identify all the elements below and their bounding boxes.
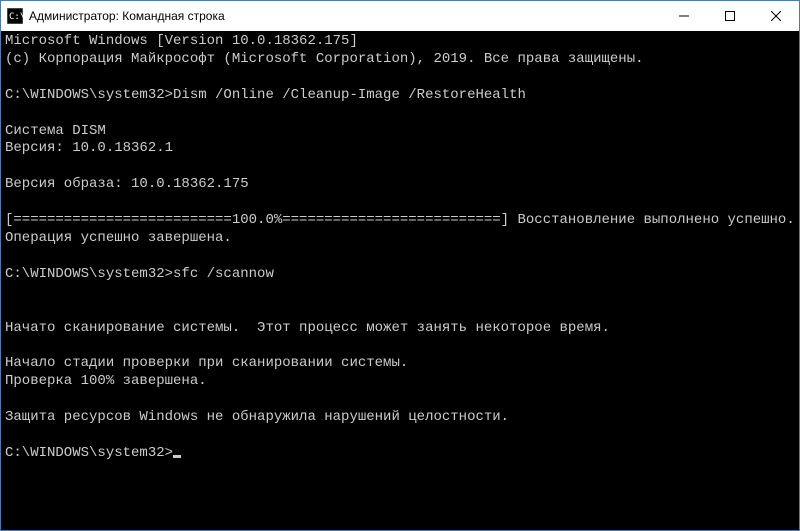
- terminal-line: C:\WINDOWS\system32>sfc /scannow: [5, 266, 795, 284]
- terminal-line: (c) Корпорация Майкрософт (Microsoft Cor…: [5, 51, 795, 69]
- terminal-line: [5, 69, 795, 87]
- terminal-line: [5, 194, 795, 212]
- terminal-line: [5, 427, 795, 445]
- titlebar[interactable]: C:\ Администратор: Командная строка: [1, 1, 799, 31]
- terminal-line: [==========================100.0%=======…: [5, 212, 795, 230]
- terminal-line: C:\WINDOWS\system32>Dism /Online /Cleanu…: [5, 87, 795, 105]
- cmd-icon: C:\: [7, 8, 23, 24]
- window-controls: [661, 1, 799, 31]
- svg-text:C:\: C:\: [9, 12, 23, 22]
- terminal-line: [5, 284, 795, 302]
- terminal-line: [5, 105, 795, 123]
- maximize-button[interactable]: [707, 1, 753, 31]
- terminal-line: C:\WINDOWS\system32>: [5, 445, 795, 463]
- terminal-line: Операция успешно завершена.: [5, 230, 795, 248]
- cursor: [173, 455, 181, 458]
- terminal-line: Начато сканирование системы. Этот процес…: [5, 320, 795, 338]
- terminal-line: [5, 248, 795, 266]
- terminal-line: Версия образа: 10.0.18362.175: [5, 176, 795, 194]
- terminal-line: Начало стадии проверки при сканировании …: [5, 355, 795, 373]
- terminal-line: [5, 337, 795, 355]
- terminal-output[interactable]: Microsoft Windows [Version 10.0.18362.17…: [1, 31, 799, 530]
- terminal-line: Версия: 10.0.18362.1: [5, 140, 795, 158]
- window-title: Администратор: Командная строка: [29, 9, 661, 23]
- close-button[interactable]: [753, 1, 799, 31]
- terminal-line: [5, 158, 795, 176]
- terminal-line: Проверка 100% завершена.: [5, 373, 795, 391]
- terminal-line: [5, 302, 795, 320]
- terminal-line: Cистема DISM: [5, 123, 795, 141]
- terminal-line: Microsoft Windows [Version 10.0.18362.17…: [5, 33, 795, 51]
- terminal-line: [5, 391, 795, 409]
- terminal-line: Защита ресурсов Windows не обнаружила на…: [5, 409, 795, 427]
- cmd-window: C:\ Администратор: Командная строка Micr…: [0, 0, 800, 531]
- minimize-button[interactable]: [661, 1, 707, 31]
